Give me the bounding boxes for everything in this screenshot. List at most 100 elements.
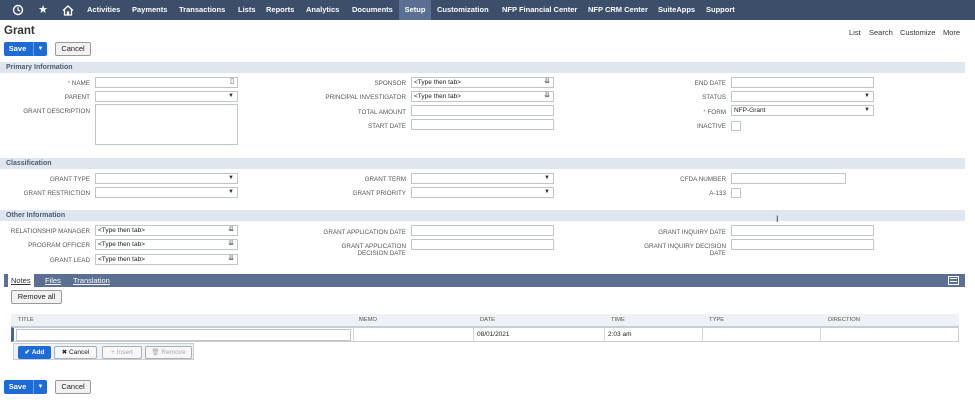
grant-application-date-label: GRANT APPLICATION DATE [323,229,406,236]
a133-checkbox[interactable] [731,188,741,198]
form-select[interactable]: NFP-Grant ▼ [731,105,874,116]
notes-grid-header: TITLE MEMO * DATE TIME TYPE DIRECTION [11,314,959,327]
insert-row-button[interactable]: + Insert [102,346,142,359]
tab-notes[interactable]: Notes [8,274,34,287]
column-type: TYPE [709,317,725,323]
table-row[interactable]: 08/01/2021 2:03 am [11,327,959,342]
grant-priority-label: GRANT PRIORITY [352,190,406,197]
program-officer-input[interactable]: <Type then tab> ⇊ [95,239,238,250]
form-value: NFP-Grant [734,107,766,114]
note-type-cell[interactable] [702,328,820,341]
customize-link[interactable]: Customize [900,28,935,37]
note-date-cell[interactable]: 08/01/2021 [473,328,603,341]
tab-translation[interactable]: Translation [73,274,110,287]
note-title-input[interactable] [16,329,351,341]
start-date-input[interactable] [411,119,554,130]
column-direction: DIRECTION [828,317,860,323]
nav-analytics[interactable]: Analytics [306,0,339,20]
note-direction-cell[interactable] [820,328,954,341]
save-button[interactable]: Save ▼ [4,42,47,56]
nav-activities[interactable]: Activities [87,0,120,20]
sponsor-input[interactable]: <Type then tab> ⇊ [411,77,554,88]
home-icon[interactable] [57,0,79,20]
nav-suiteapps[interactable]: SuiteApps [658,0,695,20]
grant-type-select[interactable]: ▼ [95,173,238,184]
subtab-bar: Notes Files Translation [4,274,965,287]
save-options-chevron-icon[interactable]: ▼ [33,380,47,394]
end-date-input[interactable] [731,77,874,88]
relationship-manager-input[interactable]: <Type then tab> ⇊ [95,225,238,236]
nav-support[interactable]: Support [706,0,735,20]
grant-lead-input[interactable]: <Type then tab> ⇊ [95,254,238,265]
double-chevron-icon[interactable]: ⇊ [228,225,234,234]
status-select[interactable]: ▼ [731,91,874,102]
nav-nfp-crm-center[interactable]: NFP CRM Center [588,0,648,20]
recent-records-icon[interactable] [7,0,29,20]
section-title: Classification [6,160,52,167]
inactive-label: INACTIVE [696,123,726,130]
parent-select[interactable]: ▼ [95,91,238,102]
chevron-down-icon: ▼ [544,189,550,195]
end-date-label: END DATE [694,80,726,87]
remove-row-button[interactable]: 🗑 Remove [145,346,192,359]
bottom-save-button[interactable]: Save ▼ [4,380,47,394]
grant-inquiry-decision-date-input[interactable] [731,239,874,250]
favorites-star-icon[interactable]: ★ [32,0,54,20]
chevron-down-icon: ▼ [864,93,870,99]
note-memo-cell[interactable] [353,328,473,341]
more-link[interactable]: More [943,28,960,37]
grant-inquiry-date-input[interactable] [731,225,874,236]
principal-investigator-input[interactable]: <Type then tab> ⇊ [411,91,554,102]
double-chevron-icon[interactable]: ⇊ [544,77,550,86]
nav-nfp-financial-center[interactable]: NFP Financial Center [502,0,577,20]
principal-investigator-label: PRINCIPAL INVESTIGATOR [325,94,406,101]
add-row-button[interactable]: ✔ Add [18,346,51,359]
column-title: TITLE [18,317,34,323]
double-chevron-icon[interactable]: ⇊ [544,91,550,100]
tab-files[interactable]: Files [45,274,61,287]
list-link[interactable]: List [849,28,861,37]
double-chevron-icon[interactable]: ⇊ [228,254,234,263]
expand-tabs-icon[interactable] [948,276,959,285]
grant-application-decision-date-label: GRANT APPLICATION DECISION DATE [341,243,407,257]
total-amount-input[interactable] [411,105,554,116]
cancel-row-button[interactable]: ✖ Cancel [54,346,97,359]
grant-lead-label: GRANT LEAD [49,257,90,264]
remove-all-button[interactable]: Remove all [11,290,62,304]
cfda-number-input[interactable] [731,173,846,184]
section-title: Primary Information [6,64,73,71]
inactive-checkbox[interactable] [731,121,741,131]
bottom-cancel-button[interactable]: Cancel [55,380,91,394]
nav-transactions[interactable]: Transactions [179,0,225,20]
nav-documents[interactable]: Documents [352,0,393,20]
grant-term-label: GRANT TERM [364,176,406,183]
page-title: Grant [4,25,35,37]
grant-term-select[interactable]: ▼ [411,173,554,184]
grant-restriction-select[interactable]: ▼ [95,187,238,198]
field-help-icon[interactable]: ▯ [230,77,234,86]
nav-lists[interactable]: Lists [238,0,256,20]
sponsor-label: SPONSOR [374,80,407,87]
chevron-down-icon: ▼ [864,107,870,113]
nav-payments[interactable]: Payments [132,0,167,20]
relationship-manager-value: <Type then tab> [98,227,145,234]
note-time-cell[interactable]: 2:03 am [604,328,703,341]
save-button-label: Save [8,382,27,391]
grant-description-textarea[interactable] [95,104,238,145]
grant-inquiry-decision-date-label: GRANT INQUIRY DECISION DATE [644,243,726,257]
nav-reports[interactable]: Reports [266,0,294,20]
save-options-chevron-icon[interactable]: ▼ [33,42,47,56]
grant-priority-select[interactable]: ▼ [411,187,554,198]
column-date: DATE [480,317,496,323]
nav-customization[interactable]: Customization [437,0,489,20]
name-input[interactable]: ▯ [95,77,238,88]
search-link[interactable]: Search [869,28,893,37]
grant-application-decision-date-input[interactable] [411,239,554,250]
cancel-button[interactable]: Cancel [55,42,91,56]
grant-application-date-input[interactable] [411,225,554,236]
text-cursor-icon: I [776,214,779,224]
grant-description-label: GRANT DESCRIPTION [23,108,90,115]
nav-setup[interactable]: Setup [399,0,431,20]
double-chevron-icon[interactable]: ⇊ [228,239,234,248]
program-officer-value: <Type then tab> [98,241,145,248]
